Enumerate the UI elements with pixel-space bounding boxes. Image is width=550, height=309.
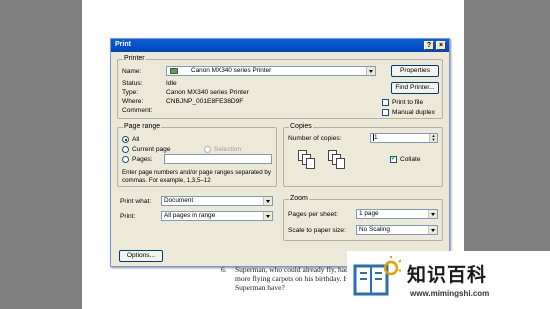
copies-group: Copies Number of copies: 1 ▲ ▼ ✔ Collate <box>283 123 443 187</box>
current-page-label: Current page <box>132 146 171 153</box>
watermark-url: www.mimingshi.com <box>410 289 490 298</box>
page-range-group: Page range All Current page Selection Pa… <box>117 123 277 187</box>
scale-to-paper-size-value: No Scaling <box>359 226 390 233</box>
printer-name-label: Name: <box>122 68 142 75</box>
watermark-title: 知识百科 <box>407 265 488 286</box>
dialog-titlebar: Print ? × <box>111 39 449 52</box>
collate-checkbox[interactable]: ✔ <box>390 156 397 163</box>
print-what-label: Print what: <box>120 198 152 205</box>
selection-radio[interactable] <box>204 146 211 153</box>
manual-duplex-checkbox[interactable] <box>382 109 389 116</box>
watermark-logo: 知识百科 www.mimingshi.com <box>347 251 550 309</box>
page-range-hint: Enter page numbers and/or page ranges se… <box>122 169 271 184</box>
options-button[interactable]: Options... <box>119 250 163 262</box>
zoom-legend: Zoom <box>289 195 309 202</box>
print-dialog: Print ? × Printer Name: Canon MX340 seri… <box>110 38 450 267</box>
chevron-down-icon <box>366 67 375 75</box>
current-page-radio[interactable] <box>122 146 129 153</box>
where-label: Where: <box>122 98 144 105</box>
copies-legend: Copies <box>289 123 313 130</box>
print-to-file-label: Print to file <box>392 99 424 106</box>
manual-duplex-label: Manual duplex <box>392 109 435 116</box>
chevron-down-icon <box>263 212 272 220</box>
type-label: Type: <box>122 89 139 96</box>
type-value: Canon MX340 series Printer <box>166 89 249 96</box>
number-of-copies-value: 1 <box>374 134 378 142</box>
dialog-title: Print <box>115 41 131 48</box>
printer-name-value: Canon MX340 series Printer <box>191 67 272 74</box>
collate-label: Collate <box>400 156 421 163</box>
chevron-down-icon <box>428 226 437 234</box>
status-value: Idle <box>166 80 177 87</box>
print-what-value: Document <box>164 197 194 204</box>
pages-input[interactable] <box>164 154 272 164</box>
number-of-copies-input[interactable]: 1 ▲ ▼ <box>370 133 438 143</box>
status-label: Status: <box>122 80 143 87</box>
pages-per-sheet-label: Pages per sheet: <box>288 211 338 218</box>
close-button[interactable]: × <box>436 41 446 50</box>
printer-group: Printer Name: Canon MX340 series Printer… <box>117 55 443 119</box>
help-button[interactable]: ? <box>424 41 434 50</box>
scale-to-paper-size-select[interactable]: No Scaling <box>356 225 438 235</box>
book-lightbulb-icon <box>353 256 401 296</box>
print-label: Print: <box>120 213 136 220</box>
pages-radio[interactable] <box>122 156 129 163</box>
printer-icon <box>170 68 178 74</box>
scale-to-paper-size-label: Scale to paper size: <box>288 227 346 234</box>
all-pages-label: All <box>132 136 140 143</box>
zoom-group: Zoom Pages per sheet: 1 page Scale to pa… <box>283 195 443 241</box>
printer-name-select[interactable]: Canon MX340 series Printer <box>166 66 376 76</box>
pages-per-sheet-value: 1 page <box>359 210 379 217</box>
where-value: CNBJNP_001E8FE38D9F <box>166 98 244 105</box>
pages-per-sheet-select[interactable]: 1 page <box>356 209 438 219</box>
chevron-down-icon <box>428 210 437 218</box>
page-range-legend: Page range <box>123 123 162 130</box>
find-printer-button[interactable]: Find Printer... <box>391 82 439 94</box>
chevron-down-icon <box>263 197 272 205</box>
pages-label: Pages: <box>132 156 153 163</box>
print-what-select[interactable]: Document <box>161 196 273 206</box>
all-pages-radio[interactable] <box>122 136 129 143</box>
spinner-arrows-icon[interactable]: ▲ ▼ <box>429 134 437 142</box>
print-value: All pages in range <box>164 212 216 219</box>
comment-label: Comment: <box>122 107 153 114</box>
print-to-file-checkbox[interactable] <box>382 99 389 106</box>
properties-button[interactable]: Properties <box>391 65 439 77</box>
number-of-copies-label: Number of copies: <box>288 135 342 142</box>
printer-legend: Printer <box>123 55 146 62</box>
print-select[interactable]: All pages in range <box>161 211 273 221</box>
selection-label: Selection <box>214 146 242 153</box>
